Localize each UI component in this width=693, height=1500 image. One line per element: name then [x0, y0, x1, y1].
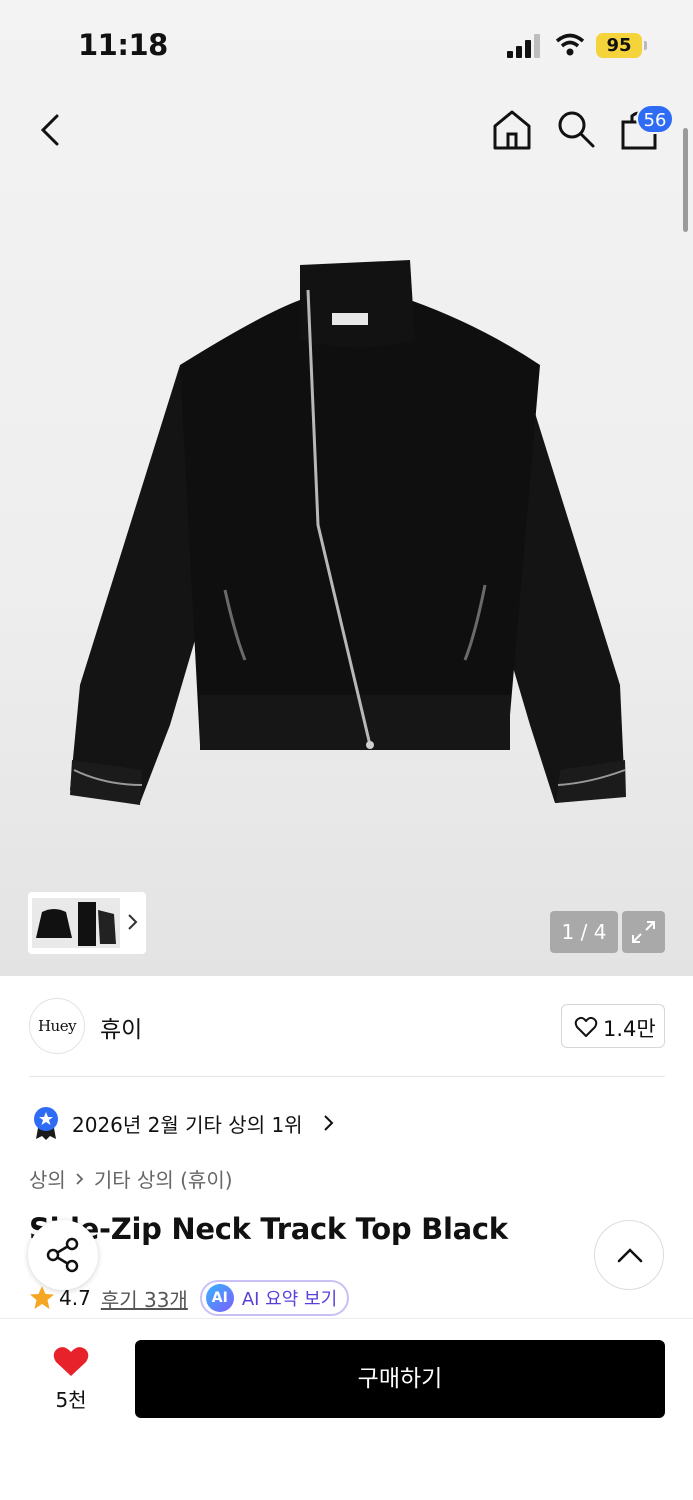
expand-icon	[632, 921, 655, 943]
breadcrumb-item-category[interactable]: 상의	[29, 1164, 66, 1193]
ranking-text[interactable]: 2026년 2월 기타 상의 1위	[72, 1109, 303, 1138]
ai-badge: AI	[205, 1284, 234, 1312]
image-pager: 1 / 4	[550, 911, 618, 953]
cart-count-badge: 56	[636, 104, 674, 134]
chevron-up-icon	[617, 1248, 643, 1263]
ai-summary-button[interactable]: AI AI 요약 보기	[199, 1280, 350, 1316]
scrollbar[interactable]	[683, 128, 688, 232]
rating-row: 4.7 후기 33개 AI AI 요약 보기	[29, 1280, 350, 1316]
thumbnail-2[interactable]	[76, 898, 120, 948]
brand-like-count: 1.4만	[603, 1017, 656, 1041]
ranking-badge-icon	[34, 1107, 58, 1140]
ai-summary-label: AI 요약 보기	[241, 1289, 338, 1310]
back-icon[interactable]	[30, 108, 70, 152]
chevron-right-icon	[76, 1172, 84, 1185]
breadcrumb-item-subcategory[interactable]: 기타 상의 (휴이)	[94, 1164, 233, 1193]
battery-cap	[644, 41, 647, 50]
heart-outline-icon	[574, 1016, 598, 1037]
scroll-top-button[interactable]	[594, 1220, 664, 1290]
rating-value: 4.7	[59, 1286, 91, 1310]
heart-filled-icon[interactable]	[52, 1344, 90, 1378]
status-time: 11:18	[78, 28, 168, 62]
star-icon	[30, 1286, 54, 1309]
chevron-right-icon[interactable]	[126, 910, 140, 934]
chevron-right-icon[interactable]	[322, 1112, 336, 1134]
search-icon[interactable]	[555, 108, 597, 150]
battery-level: 95	[596, 33, 642, 58]
home-icon[interactable]	[490, 108, 534, 152]
battery-indicator: 95	[596, 33, 650, 58]
divider	[29, 1076, 665, 1077]
brand-logo[interactable]: Huey	[29, 998, 85, 1054]
product-image-jacket[interactable]	[60, 255, 640, 820]
signal-icon	[507, 34, 540, 58]
wifi-icon	[555, 33, 585, 56]
reviews-link[interactable]: 후기 33개	[101, 1284, 188, 1313]
thumbnail-1[interactable]	[32, 898, 76, 948]
wish-count: 5천	[55, 1388, 87, 1412]
expand-button[interactable]	[622, 911, 665, 953]
thumbnail-strip[interactable]	[28, 892, 146, 954]
buy-button[interactable]: 구매하기	[135, 1340, 665, 1418]
brand-name[interactable]: 휴이	[100, 1010, 142, 1044]
brand-like-button[interactable]: 1.4만	[561, 1004, 665, 1048]
breadcrumb: 상의 기타 상의 (휴이)	[29, 1164, 233, 1193]
product-title: Side-Zip Neck Track Top Black	[29, 1212, 508, 1246]
